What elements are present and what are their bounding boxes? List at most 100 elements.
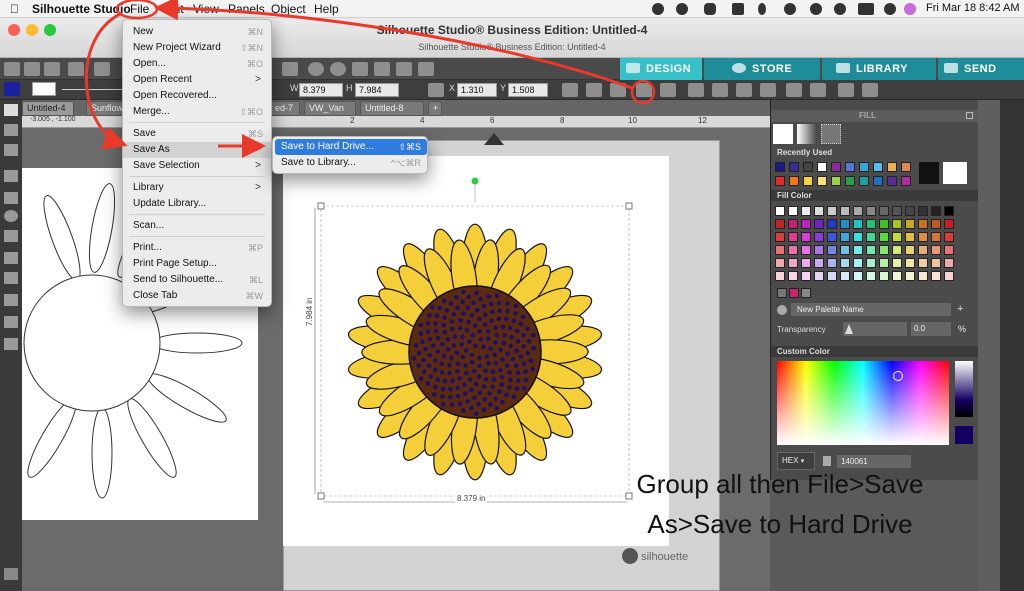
file-menu-item-save-as[interactable]: Save As > <box>123 142 271 158</box>
height-field[interactable]: 7.984 <box>355 83 399 97</box>
swatch[interactable] <box>827 258 837 268</box>
brightness-slider[interactable] <box>955 361 973 417</box>
user-icon[interactable] <box>834 3 846 15</box>
swatch[interactable] <box>866 271 876 281</box>
swatch[interactable] <box>814 245 824 255</box>
picker-cursor[interactable] <box>893 371 903 381</box>
open-folder-icon[interactable] <box>24 62 40 76</box>
swatch[interactable] <box>775 258 785 268</box>
swatch[interactable] <box>775 219 785 229</box>
app-menu[interactable]: Silhouette Studio <box>32 2 131 16</box>
siri-icon[interactable] <box>904 3 916 15</box>
menu-panels[interactable]: Panels <box>228 2 265 16</box>
text-tool-icon[interactable] <box>4 252 18 264</box>
draw-tool-icon[interactable] <box>4 144 18 156</box>
swatch[interactable] <box>801 232 811 242</box>
add-palette-icon[interactable]: + <box>957 303 963 315</box>
resize-handle[interactable] <box>625 202 633 210</box>
swatch[interactable] <box>944 245 954 255</box>
swatch[interactable] <box>788 271 798 281</box>
crop-icon[interactable] <box>760 83 776 97</box>
weld-icon[interactable] <box>688 83 704 97</box>
swatch[interactable] <box>827 206 837 216</box>
pattern-fill-icon[interactable] <box>821 124 841 144</box>
swatch[interactable] <box>789 288 799 298</box>
swatch[interactable] <box>853 206 863 216</box>
swatch[interactable] <box>931 258 941 268</box>
swatch[interactable] <box>777 288 787 298</box>
y-field[interactable]: 1.508 <box>508 83 548 97</box>
wifi-icon[interactable] <box>810 3 822 15</box>
apple-icon[interactable]:  <box>10 2 19 16</box>
swatch[interactable] <box>803 162 813 172</box>
swatch[interactable] <box>866 258 876 268</box>
swatch[interactable] <box>879 219 889 229</box>
swatch[interactable] <box>879 232 889 242</box>
swatch[interactable] <box>892 219 902 229</box>
group-icon[interactable] <box>636 83 652 97</box>
swatch[interactable] <box>918 271 928 281</box>
ungroup-icon[interactable] <box>660 83 676 97</box>
volume-icon[interactable] <box>784 3 796 15</box>
swatch[interactable] <box>788 232 798 242</box>
subtract-icon[interactable] <box>712 83 728 97</box>
status-icon[interactable] <box>652 3 664 15</box>
swatch[interactable] <box>817 162 827 172</box>
swatch[interactable] <box>814 219 824 229</box>
bluetooth-icon[interactable] <box>758 3 766 15</box>
gradient-fill-icon[interactable] <box>797 124 817 144</box>
swatch[interactable] <box>788 206 798 216</box>
cube-icon[interactable] <box>838 83 854 97</box>
tab-library[interactable]: LIBRARY <box>822 58 936 80</box>
tab-untitled-4[interactable]: Untitled-4 <box>22 101 74 116</box>
add-page-icon[interactable] <box>418 62 434 76</box>
swatch[interactable] <box>866 206 876 216</box>
swatch[interactable] <box>944 219 954 229</box>
swatch[interactable] <box>814 271 824 281</box>
swatch[interactable] <box>801 258 811 268</box>
swatch[interactable] <box>831 162 841 172</box>
swatch[interactable] <box>918 258 928 268</box>
swatch[interactable] <box>859 162 869 172</box>
swatch[interactable] <box>853 219 863 229</box>
line-color-swatch[interactable] <box>32 82 56 96</box>
line-tool-icon[interactable] <box>4 170 18 182</box>
file-menu-item-merge[interactable]: Merge... ⇧⌘O <box>123 104 271 120</box>
swatch[interactable] <box>801 206 811 216</box>
swatch[interactable] <box>840 232 850 242</box>
swatch[interactable] <box>866 219 876 229</box>
x-field[interactable]: 1.310 <box>457 83 497 97</box>
swatch[interactable] <box>892 271 902 281</box>
swatch[interactable] <box>944 206 954 216</box>
offset-icon[interactable] <box>786 83 802 97</box>
swatch[interactable] <box>944 258 954 268</box>
swatch[interactable] <box>827 219 837 229</box>
swatch[interactable] <box>814 206 824 216</box>
close-icon[interactable] <box>966 112 973 119</box>
resize-handle[interactable] <box>317 492 325 500</box>
swatch[interactable] <box>892 245 902 255</box>
swatch[interactable] <box>853 258 863 268</box>
replicate-icon[interactable] <box>610 83 626 97</box>
battery-icon[interactable] <box>858 3 874 15</box>
swatch[interactable] <box>901 162 911 172</box>
file-menu-item-scan[interactable]: Scan... <box>123 218 271 234</box>
save-to-library-item[interactable]: Save to Library... ^⌥⌘R <box>275 155 427 171</box>
swatch[interactable] <box>775 206 785 216</box>
file-menu-item-open[interactable]: Open... ⌘O <box>123 56 271 72</box>
transparency-field[interactable]: 0.0 <box>911 322 951 336</box>
swatch[interactable] <box>831 176 841 186</box>
file-menu-item-save-selection[interactable]: Save Selection > <box>123 158 271 174</box>
arrow-down-icon[interactable] <box>374 62 390 76</box>
swatch[interactable] <box>817 176 827 186</box>
hand-icon[interactable] <box>396 62 412 76</box>
file-menu-item-new-project-wizard[interactable]: New Project Wizard ⇧⌘N <box>123 40 271 56</box>
eyedropper-tool-icon[interactable] <box>4 338 18 350</box>
swatch[interactable] <box>873 176 883 186</box>
print-icon[interactable] <box>68 62 84 76</box>
swatch[interactable] <box>879 206 889 216</box>
swatch[interactable] <box>905 258 915 268</box>
swatch[interactable] <box>827 232 837 242</box>
swatch[interactable] <box>840 206 850 216</box>
swatch[interactable] <box>892 206 902 216</box>
